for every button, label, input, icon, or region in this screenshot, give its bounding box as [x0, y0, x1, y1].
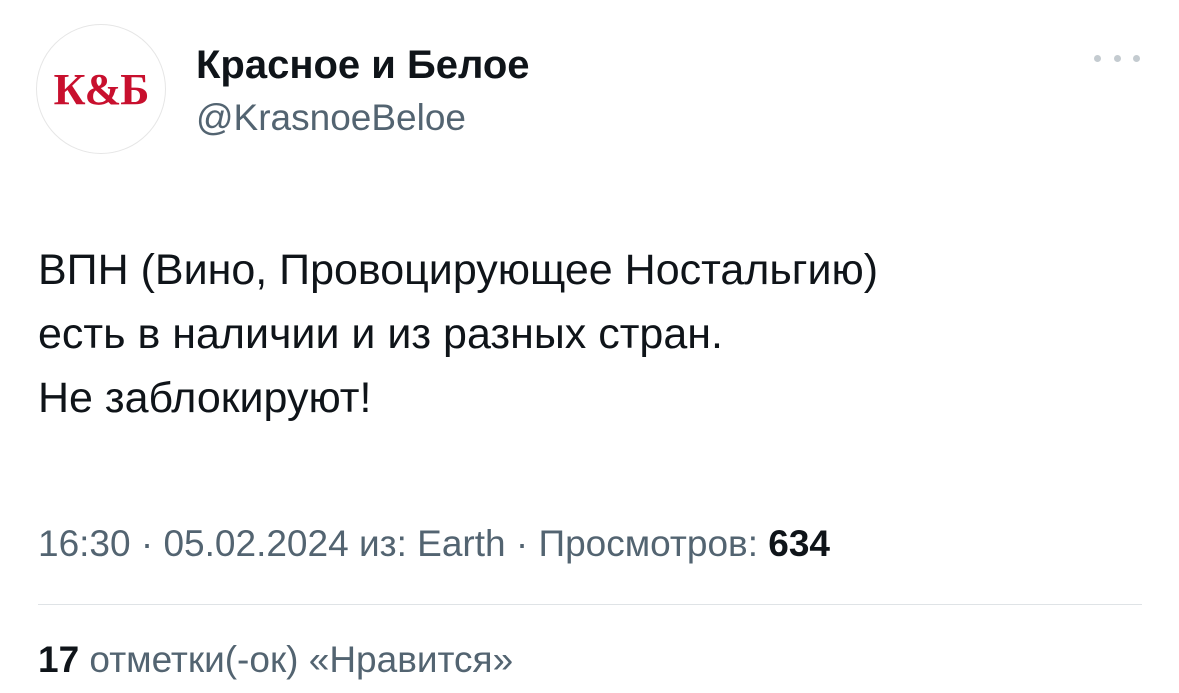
tweet-card: К&Б Красное и Белое @KrasnoeBeloe ВПН (В… — [0, 0, 1179, 693]
views-count: 634 — [768, 523, 830, 564]
more-options-icon[interactable] — [1094, 46, 1140, 70]
source-prefix: из: — [348, 523, 418, 564]
brand-logo: К&Б — [53, 64, 150, 114]
likes-count: 17 — [38, 639, 80, 680]
tweet-time[interactable]: 16:30 — [38, 523, 131, 564]
more-dot — [1133, 54, 1140, 62]
tweet-date[interactable]: 05.02.2024 — [163, 523, 348, 564]
views-label: Просмотров: — [538, 523, 769, 564]
tweet-text-line: есть в наличии и из разных стран. — [38, 310, 723, 358]
avatar[interactable]: К&Б — [36, 24, 166, 154]
display-name[interactable]: Красное и Белое — [196, 41, 530, 89]
user-handle[interactable]: @KrasnoeBeloe — [196, 96, 466, 140]
tweet-text-line: ВПН (Вино, Провоцирующее Ностальгию) — [38, 246, 879, 294]
tweet-text: ВПН (Вино, Провоцирующее Ностальгию) ест… — [38, 238, 1138, 430]
tweet-meta: 16:30 · 05.02.2024 из: Earth · Просмотро… — [38, 520, 830, 568]
tweet-source[interactable]: Earth — [417, 523, 505, 564]
divider — [38, 604, 1142, 605]
likes-label: отметки(-ок) «Нравится» — [79, 639, 514, 680]
tweet-text-line: Не заблокируют! — [38, 374, 372, 422]
meta-separator: · — [505, 523, 539, 564]
meta-separator: · — [130, 523, 164, 564]
more-dot — [1094, 54, 1101, 62]
more-dot — [1113, 54, 1121, 62]
likes-row[interactable]: 17 отметки(-ок) «Нравится» — [38, 636, 513, 684]
